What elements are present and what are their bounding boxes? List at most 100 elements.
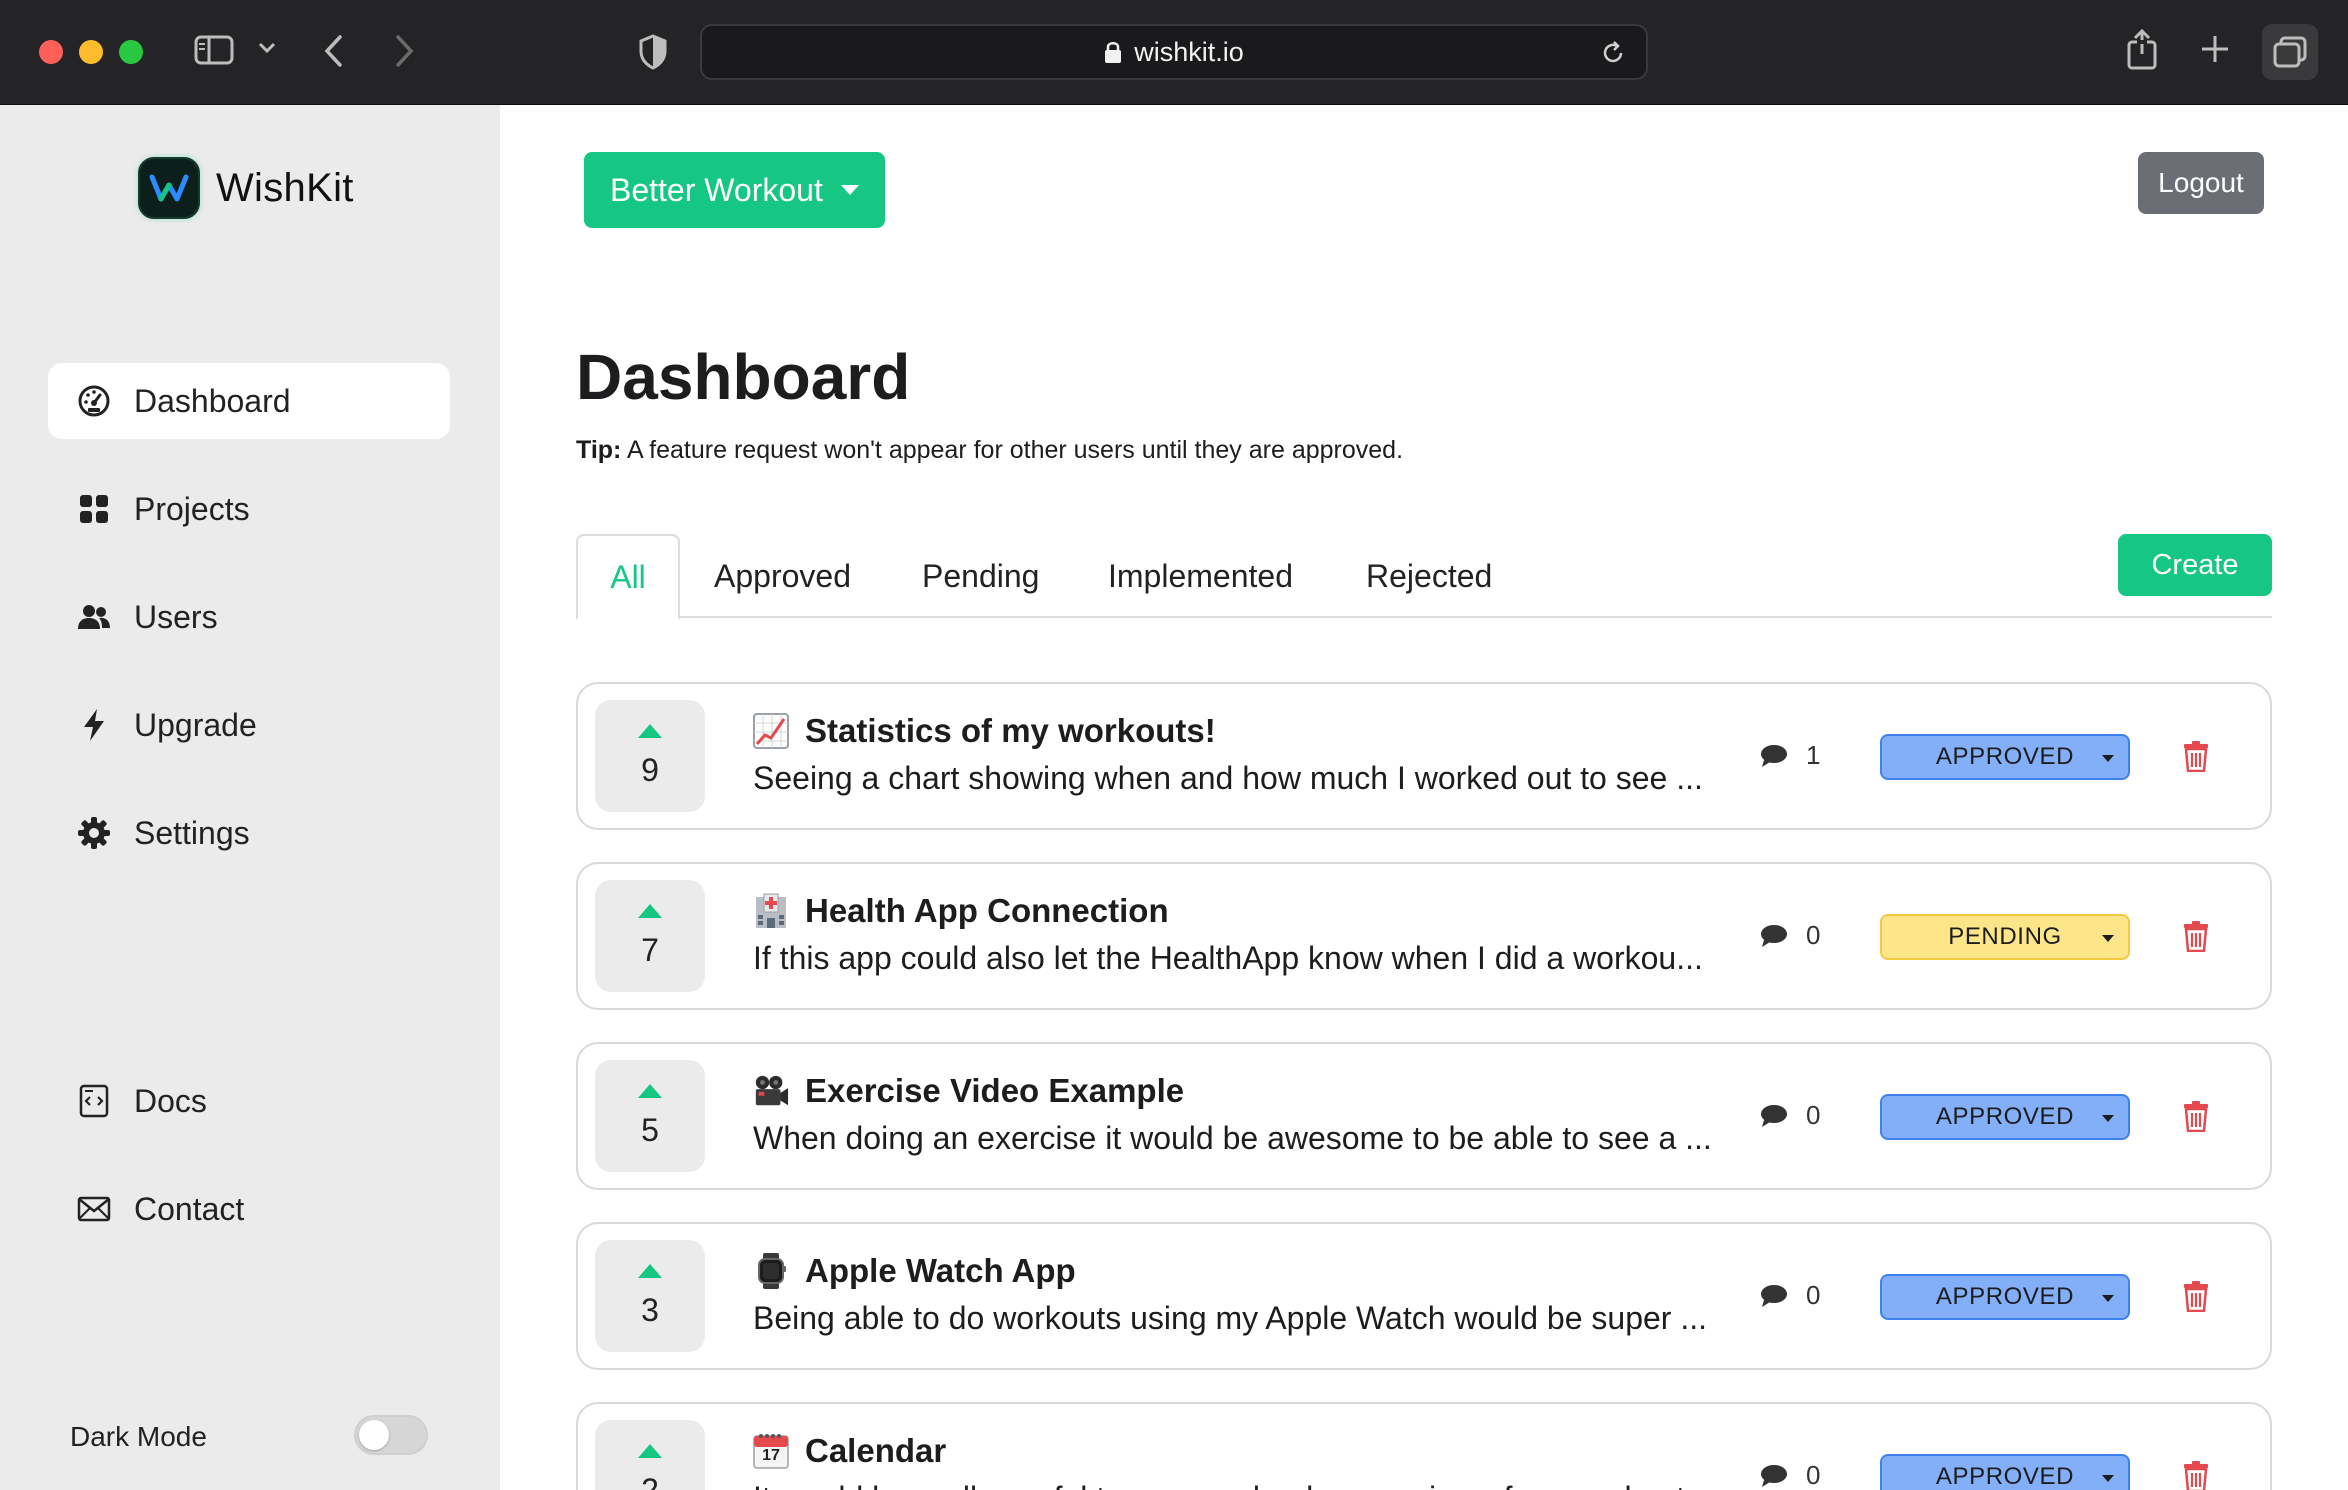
- tab-approved[interactable]: Approved: [714, 534, 851, 618]
- sidebar-item-label: Settings: [134, 814, 250, 851]
- tab-implemented[interactable]: Implemented: [1108, 534, 1293, 618]
- envelope-icon: [76, 1191, 112, 1227]
- gear-icon: [76, 815, 112, 851]
- sidebar-item-label: Dashboard: [134, 382, 291, 419]
- comment-count[interactable]: 0: [1760, 920, 1820, 951]
- status-dropdown[interactable]: APPROVED: [1880, 1094, 2130, 1140]
- calendar-day: 17: [762, 1447, 780, 1464]
- users-icon: [76, 599, 112, 635]
- request-description: Being able to do workouts using my Apple…: [753, 1300, 1708, 1336]
- comment-count-text: 0: [1806, 1100, 1821, 1130]
- request-title-text: Apple Watch App: [805, 1252, 1076, 1289]
- sidebar-item-upgrade[interactable]: Upgrade: [48, 687, 450, 763]
- sidebar-item-projects[interactable]: Projects: [48, 471, 450, 547]
- request-title: Exercise Video Example: [753, 1072, 1184, 1110]
- create-button[interactable]: Create: [2118, 534, 2272, 596]
- tab-all[interactable]: All: [576, 534, 680, 620]
- caret-down-icon: [2102, 1115, 2114, 1122]
- logout-button[interactable]: Logout: [2138, 152, 2264, 214]
- delete-trash-icon[interactable]: [2182, 1100, 2210, 1132]
- movie-camera-emoji-icon: [753, 1073, 789, 1109]
- brand[interactable]: WishKit: [138, 157, 354, 219]
- upvote-arrow-icon: [638, 723, 662, 738]
- calendar-emoji-icon: 17: [753, 1433, 789, 1469]
- grid-icon: [76, 491, 112, 527]
- sidebar-item-label: Users: [134, 598, 218, 635]
- feature-request-card[interactable]: 2 17 Calendar It would be really useful …: [576, 1402, 2272, 1490]
- sidebar-item-dashboard[interactable]: Dashboard: [48, 363, 450, 439]
- new-tab-plus-icon[interactable]: [2200, 34, 2230, 64]
- comment-count[interactable]: 0: [1760, 1100, 1820, 1131]
- request-description: Seeing a chart showing when and how much…: [753, 760, 1703, 796]
- dark-mode-toggle[interactable]: [354, 1415, 428, 1455]
- comment-count[interactable]: 0: [1760, 1280, 1820, 1311]
- vote-count: 3: [641, 1291, 659, 1328]
- chevron-down-icon[interactable]: [258, 42, 276, 54]
- vote-count: 5: [641, 1111, 659, 1148]
- request-title-text: Calendar: [805, 1432, 947, 1469]
- upvote-button[interactable]: 9: [595, 700, 705, 812]
- forward-arrow-icon[interactable]: [394, 34, 416, 68]
- request-title-text: Health App Connection: [805, 892, 1169, 929]
- zoom-window-button[interactable]: [119, 40, 143, 64]
- upvote-button[interactable]: 3: [595, 1240, 705, 1352]
- sidebar-item-contact[interactable]: Contact: [48, 1171, 450, 1247]
- sidebar-item-users[interactable]: Users: [48, 579, 450, 655]
- comment-count[interactable]: 1: [1760, 740, 1820, 771]
- status-label: APPROVED: [1935, 1103, 2075, 1130]
- request-title: Health App Connection: [753, 892, 1169, 930]
- upvote-button[interactable]: 5: [595, 1060, 705, 1172]
- vote-count: 9: [641, 751, 659, 788]
- sidebar-item-settings[interactable]: Settings: [48, 795, 450, 871]
- upvote-button[interactable]: 2: [595, 1420, 705, 1490]
- tab-pending[interactable]: Pending: [922, 534, 1039, 618]
- caret-down-icon: [2102, 1295, 2114, 1302]
- status-dropdown[interactable]: APPROVED: [1880, 734, 2130, 780]
- wishkit-logo-icon: [138, 157, 200, 219]
- close-window-button[interactable]: [39, 40, 63, 64]
- sidebar-item-label: Contact: [134, 1190, 245, 1227]
- request-title-text: Exercise Video Example: [805, 1072, 1185, 1109]
- feature-request-card[interactable]: 7 Health App Connection If this app coul…: [576, 862, 2272, 1010]
- feature-request-card[interactable]: 5 Exercise Video Example When doing an e…: [576, 1042, 2272, 1190]
- upvote-arrow-icon: [638, 903, 662, 918]
- comment-count[interactable]: 0: [1760, 1460, 1820, 1490]
- delete-trash-icon[interactable]: [2182, 1280, 2210, 1312]
- project-selector-label: Better Workout: [610, 171, 823, 208]
- tab-rejected[interactable]: Rejected: [1366, 534, 1492, 618]
- request-description: It would be really useful to see a calen…: [753, 1480, 1733, 1490]
- status-dropdown[interactable]: APPROVED: [1880, 1274, 2130, 1320]
- caret-down-icon: [2102, 1475, 2114, 1482]
- back-arrow-icon[interactable]: [322, 34, 344, 68]
- delete-trash-icon[interactable]: [2182, 1460, 2210, 1490]
- sidebar-toggle-icon[interactable]: [194, 34, 234, 66]
- chart-increasing-emoji-icon: [753, 713, 789, 749]
- feature-request-card[interactable]: 3 Apple Watch App Being able to do worko…: [576, 1222, 2272, 1370]
- caret-down-icon: [840, 185, 859, 195]
- sidebar-item-docs[interactable]: Docs: [48, 1063, 450, 1139]
- tab-overview-icon[interactable]: [2262, 24, 2318, 80]
- upvote-arrow-icon: [638, 1263, 662, 1278]
- comment-bubble-icon: [1760, 1284, 1788, 1308]
- status-dropdown[interactable]: PENDING: [1880, 914, 2130, 960]
- comment-bubble-icon: [1760, 924, 1788, 948]
- reload-icon[interactable]: [1600, 40, 1626, 66]
- delete-trash-icon[interactable]: [2182, 740, 2210, 772]
- upvote-arrow-icon: [638, 1443, 662, 1458]
- status-label: APPROVED: [1935, 743, 2075, 770]
- comment-count-text: 0: [1806, 920, 1821, 950]
- lock-icon: [1104, 40, 1122, 64]
- status-dropdown[interactable]: APPROVED: [1880, 1454, 2130, 1490]
- request-description: When doing an exercise it would be aweso…: [753, 1120, 1712, 1156]
- upvote-arrow-icon: [638, 1083, 662, 1098]
- delete-trash-icon[interactable]: [2182, 920, 2210, 952]
- upvote-button[interactable]: 7: [595, 880, 705, 992]
- feature-request-card[interactable]: 9 Statistics of my workouts! Seeing a ch…: [576, 682, 2272, 830]
- share-icon[interactable]: [2126, 28, 2158, 70]
- privacy-shield-icon[interactable]: [638, 34, 668, 70]
- address-bar[interactable]: wishkit.io: [700, 24, 1648, 80]
- project-selector-dropdown[interactable]: Better Workout: [584, 152, 885, 228]
- toggle-knob: [359, 1420, 389, 1450]
- minimize-window-button[interactable]: [79, 40, 103, 64]
- dark-mode-label: Dark Mode: [70, 1421, 207, 1452]
